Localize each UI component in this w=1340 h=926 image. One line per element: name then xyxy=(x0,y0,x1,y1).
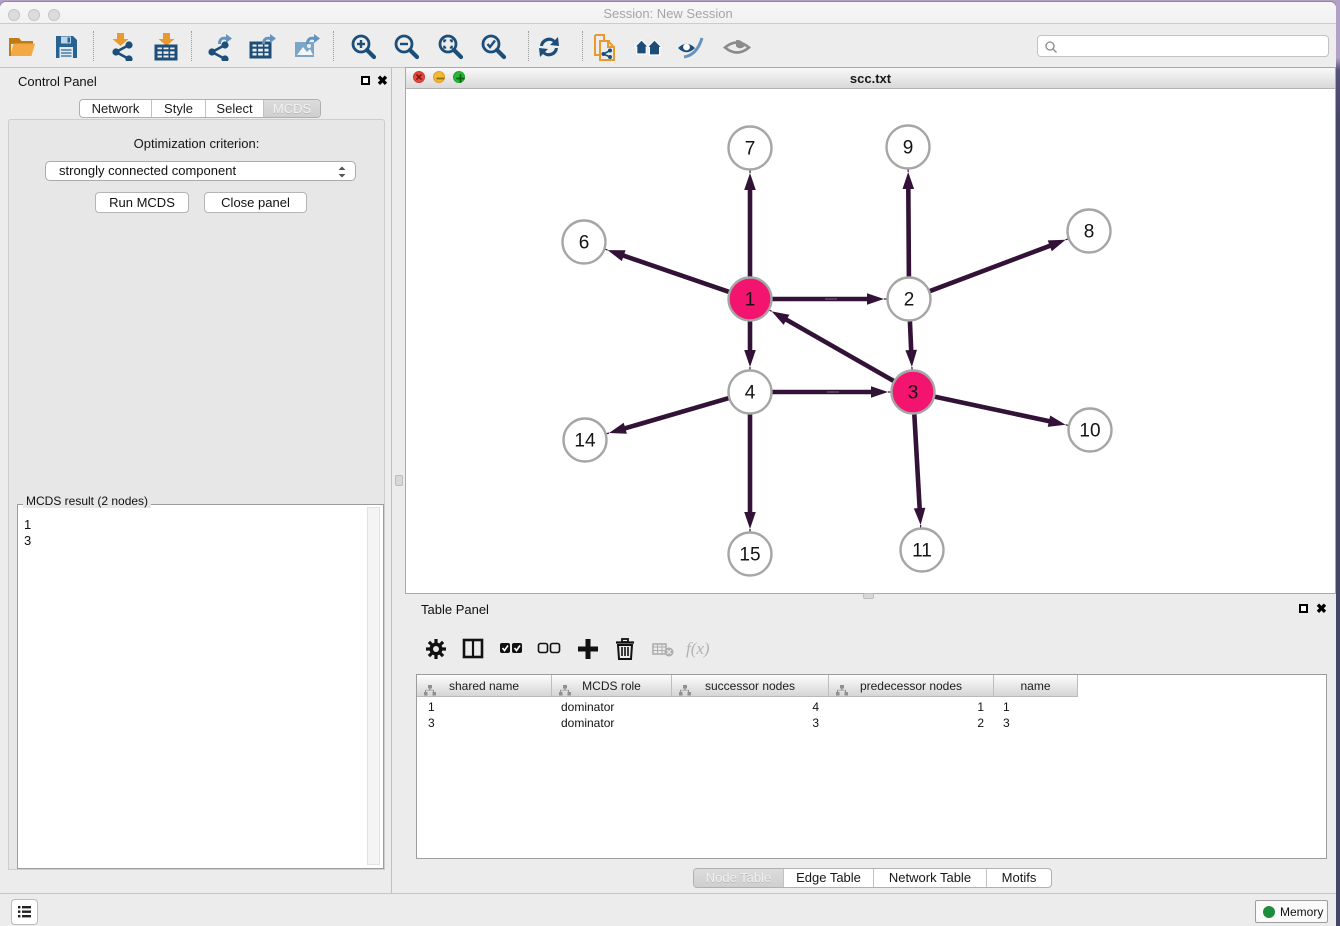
svg-text:11: 11 xyxy=(912,541,932,562)
svg-text:1: 1 xyxy=(745,290,756,311)
svg-text:3: 3 xyxy=(908,383,919,404)
svg-text:f(x): f(x) xyxy=(686,639,710,658)
svg-text:15: 15 xyxy=(739,545,760,566)
svg-text:7: 7 xyxy=(745,139,756,160)
svg-text:2: 2 xyxy=(904,290,915,311)
svg-text:8: 8 xyxy=(1084,222,1095,243)
svg-text:14: 14 xyxy=(574,431,596,452)
svg-text:9: 9 xyxy=(903,138,914,159)
svg-text:6: 6 xyxy=(579,233,590,254)
svg-text:4: 4 xyxy=(745,383,756,404)
svg-text:10: 10 xyxy=(1079,421,1100,442)
